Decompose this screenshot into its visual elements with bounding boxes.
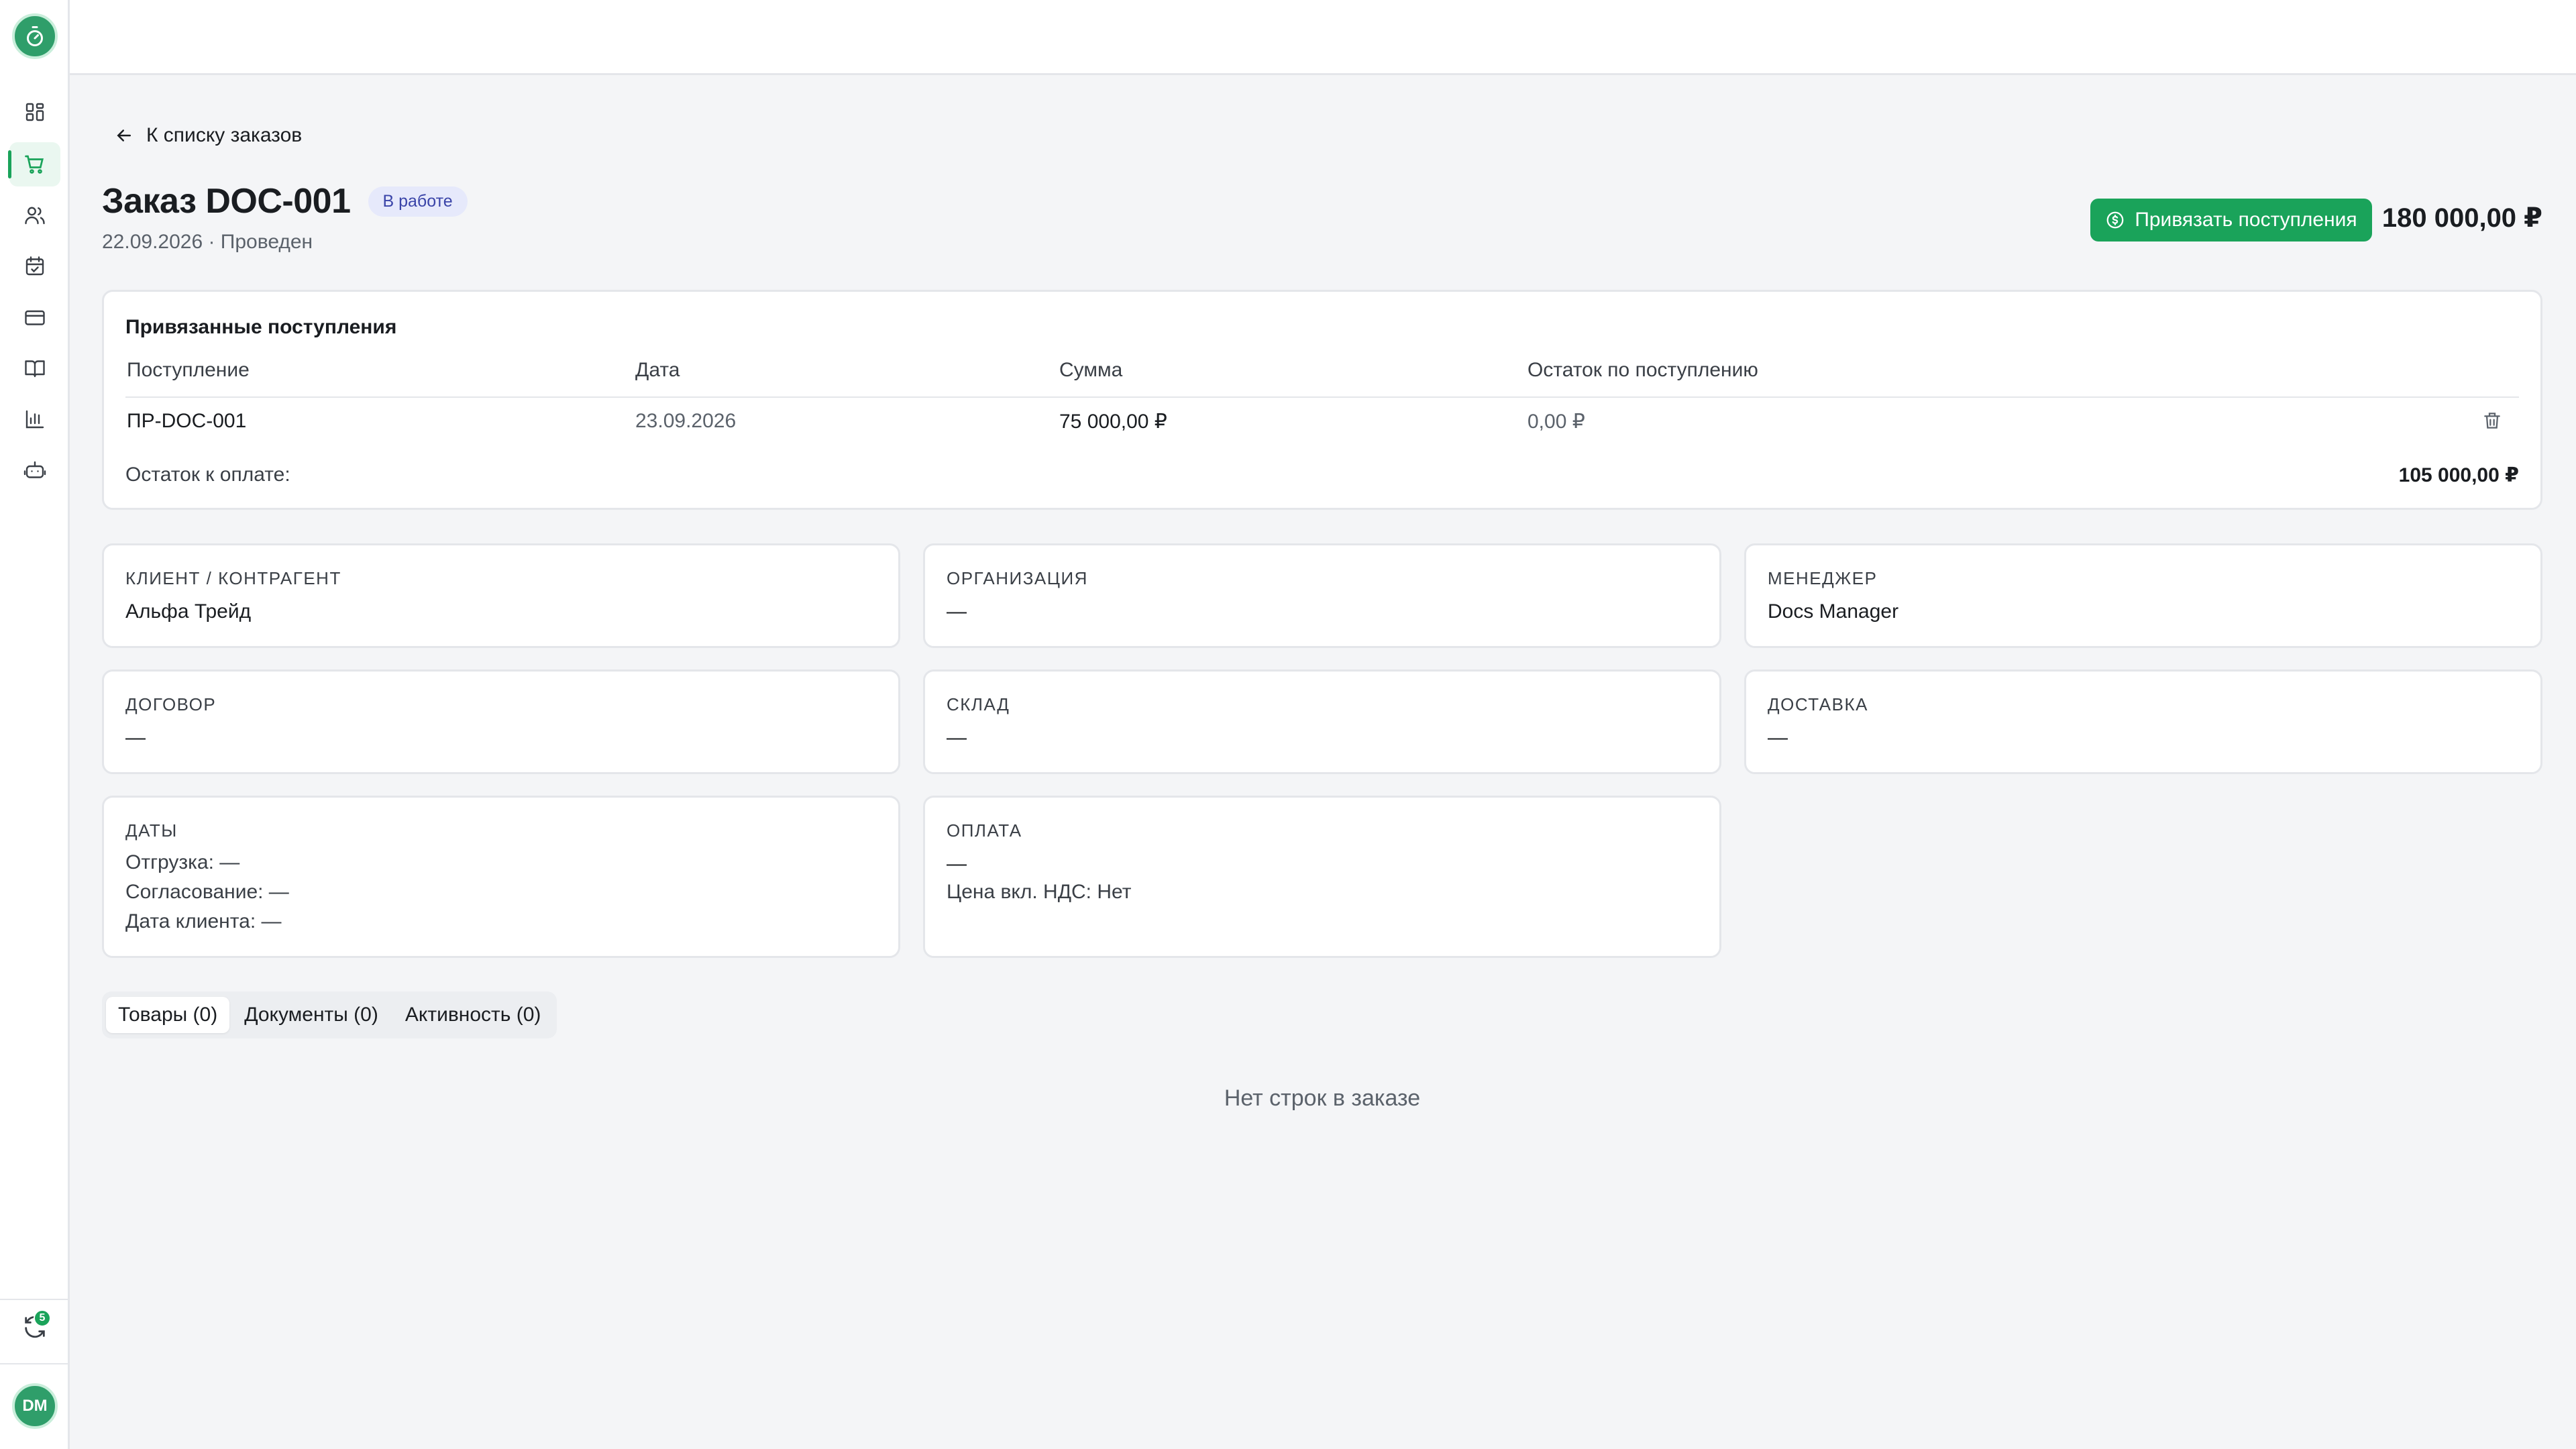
sidebar-item-bot[interactable] [9, 448, 60, 492]
order-tabs: Товары (0) Документы (0) Активность (0) [102, 991, 557, 1038]
stopwatch-icon [27, 26, 43, 46]
credit-card-icon [25, 310, 45, 325]
payment-card: Оплата — Цена вкл. НДС: Нет [923, 796, 1721, 958]
users-icon [25, 207, 45, 225]
delivery-label: Доставка [1768, 694, 1868, 714]
delivery-value: — [1768, 727, 1788, 749]
link-receipts-button[interactable]: Привязать поступления [2090, 199, 2372, 241]
dates-card: Даты Отгрузка: — Согласование: — Дата кл… [102, 796, 900, 958]
sidebar-item-catalog[interactable] [9, 346, 60, 390]
client-label: Клиент / контрагент [125, 568, 341, 588]
robot-icon [23, 461, 46, 478]
cart-icon [25, 155, 44, 174]
column-header-rest: Остаток по поступлению [1527, 359, 1758, 381]
warehouse-value: — [947, 727, 967, 749]
payment-label: Оплата [947, 820, 1022, 841]
client-card: Клиент / контрагент Альфа Трейд [102, 543, 900, 648]
sync-count-badge: 5 [34, 1309, 51, 1327]
sidebar-divider [0, 1299, 68, 1300]
organization-label: Организация [947, 568, 1088, 588]
tab-documents[interactable]: Документы (0) [232, 997, 390, 1033]
linked-receipts-card: Привязанные поступления Поступление Дата… [102, 290, 2542, 510]
order-subtitle: 22.09.2026 · Проведен [102, 231, 313, 253]
contract-value: — [125, 727, 146, 749]
empty-state-text: Нет строк в заказе [1224, 1085, 1421, 1111]
column-header-date: Дата [635, 359, 680, 381]
arrow-left-icon [117, 129, 131, 142]
sidebar-item-orders[interactable] [8, 142, 60, 186]
receipt-date: 23.09.2026 [635, 410, 737, 432]
linked-receipts-title: Привязанные поступления [125, 316, 397, 338]
sidebar-item-payments[interactable] [9, 295, 60, 339]
payment-rest-value: 105 000,00 ₽ [2398, 464, 2519, 486]
approval-date: Согласование: — [125, 881, 289, 903]
contract-card: Договор — [102, 669, 900, 774]
payment-value: — [947, 853, 967, 875]
organization-value: — [947, 600, 967, 623]
sidebar: 5 DM [0, 0, 70, 1449]
receipt-number[interactable]: ПР-DOC-001 [127, 410, 246, 433]
link-receipts-label: Привязать поступления [2135, 209, 2357, 231]
payment-rest-label: Остаток к оплате: [125, 464, 290, 486]
tab-activity[interactable]: Активность (0) [393, 997, 553, 1033]
dates-label: Даты [125, 820, 178, 841]
bar-chart-icon [25, 410, 44, 429]
warehouse-label: Склад [947, 694, 1010, 714]
shipment-date: Отгрузка: — [125, 851, 240, 873]
order-total: 180 000,00 ₽ [2381, 203, 2542, 233]
client-value: Альфа Трейд [125, 600, 252, 623]
back-to-orders-link[interactable]: К списку заказов [114, 115, 302, 156]
manager-card: Менеджер Docs Manager [1744, 543, 2542, 648]
sidebar-item-reports[interactable] [9, 397, 60, 441]
top-bar [70, 0, 2576, 75]
table-header-divider [125, 396, 2519, 398]
sidebar-divider [0, 1363, 68, 1364]
contract-label: Договор [125, 694, 217, 714]
vat-info: Цена вкл. НДС: Нет [947, 881, 1132, 903]
dashboard-icon [25, 103, 44, 121]
manager-value: Docs Manager [1768, 600, 1899, 623]
sidebar-item-calendar[interactable] [9, 244, 60, 288]
receipt-rest: 0,00 ₽ [1527, 411, 1585, 433]
book-icon [25, 360, 45, 378]
tab-products[interactable]: Товары (0) [106, 997, 230, 1033]
sidebar-item-clients[interactable] [9, 193, 60, 237]
sidebar-item-dashboard[interactable] [9, 90, 60, 134]
client-date: Дата клиента: — [125, 910, 282, 932]
back-label: К списку заказов [146, 124, 303, 146]
app-logo[interactable] [12, 13, 58, 59]
dollar-circle-icon [2106, 211, 2124, 229]
avatar[interactable]: DM [12, 1383, 58, 1429]
page-title: Заказ DOC-001 [102, 182, 351, 221]
calendar-check-icon [25, 256, 44, 276]
unlink-receipt-button[interactable] [2479, 407, 2506, 434]
delivery-card: Доставка — [1744, 669, 2542, 774]
title-row: Заказ DOC-001 В работе [102, 181, 468, 221]
trash-icon [2484, 413, 2500, 429]
status-badge: В работе [368, 186, 468, 217]
warehouse-card: Склад — [923, 669, 1721, 774]
organization-card: Организация — [923, 543, 1721, 648]
manager-label: Менеджер [1768, 568, 1878, 588]
column-header-receipt: Поступление [127, 359, 250, 381]
column-header-amount: Сумма [1059, 359, 1123, 381]
sync-button[interactable]: 5 [15, 1307, 55, 1347]
receipt-amount: 75 000,00 ₽ [1059, 411, 1167, 433]
